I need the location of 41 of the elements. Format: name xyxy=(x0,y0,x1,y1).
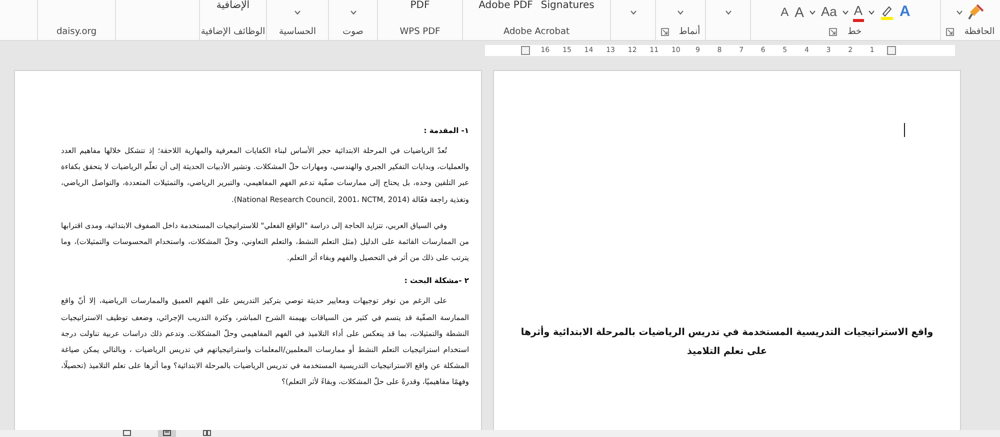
group-label: صوت xyxy=(342,27,364,37)
chevron-down-icon[interactable] xyxy=(868,10,875,14)
ribbon-button[interactable]: Adobe PDF xyxy=(476,0,535,11)
group-label: الحافظة xyxy=(964,27,995,37)
dialog-launcher-icon[interactable] xyxy=(829,28,838,36)
print-layout-button[interactable] xyxy=(158,430,176,437)
ribbon-button[interactable]: Signatures xyxy=(538,0,596,11)
dialog-launcher-icon[interactable] xyxy=(660,28,669,36)
highlighter-icon[interactable] xyxy=(878,4,895,20)
dialog-launcher-icon[interactable] xyxy=(946,28,954,36)
chevron-down-icon[interactable] xyxy=(294,10,301,14)
ribbon-button[interactable]: الإضافية xyxy=(214,0,252,11)
grow-font-button[interactable]: A xyxy=(794,4,805,20)
group-label: daisy.org xyxy=(56,27,97,37)
text-cursor xyxy=(904,123,905,137)
indent-marker[interactable] xyxy=(521,46,530,54)
page-icon xyxy=(163,430,171,436)
change-case-button[interactable]: Aa xyxy=(820,4,838,20)
chevron-down-icon[interactable] xyxy=(630,10,636,14)
document-title: واقع الاستراتيجيات التدريسية المستخدمة في تدريس الرياضيات بالمرحلة الابتدائية وأثرها xyxy=(520,327,934,338)
ribbon-button[interactable]: PDF xyxy=(408,0,432,11)
indent-marker[interactable] xyxy=(887,46,896,54)
group-label: Adobe Acrobat xyxy=(503,27,570,37)
text-effects-button[interactable]: A xyxy=(898,4,912,20)
group-label: خط xyxy=(847,27,862,37)
grid-icon xyxy=(203,430,211,436)
group-label: الوظائف الإضافية xyxy=(200,27,266,37)
group-label: الحساسية xyxy=(279,27,316,37)
document-title: على تعلم التلاميذ xyxy=(687,346,768,357)
chevron-down-icon[interactable] xyxy=(842,10,849,14)
book-icon xyxy=(123,430,131,436)
chevron-down-icon[interactable] xyxy=(350,10,356,14)
chevron-down-icon[interactable] xyxy=(677,10,684,14)
chevron-down-icon[interactable] xyxy=(808,10,816,14)
group-label: أنماط xyxy=(678,27,700,37)
group-label: WPS PDF xyxy=(400,27,440,37)
chevron-down-icon[interactable] xyxy=(956,10,963,14)
font-color-button[interactable]: A xyxy=(852,2,864,22)
shrink-font-button[interactable]: A xyxy=(780,4,790,20)
chevron-down-icon[interactable] xyxy=(724,10,732,14)
format-painter-icon[interactable] xyxy=(967,3,985,21)
